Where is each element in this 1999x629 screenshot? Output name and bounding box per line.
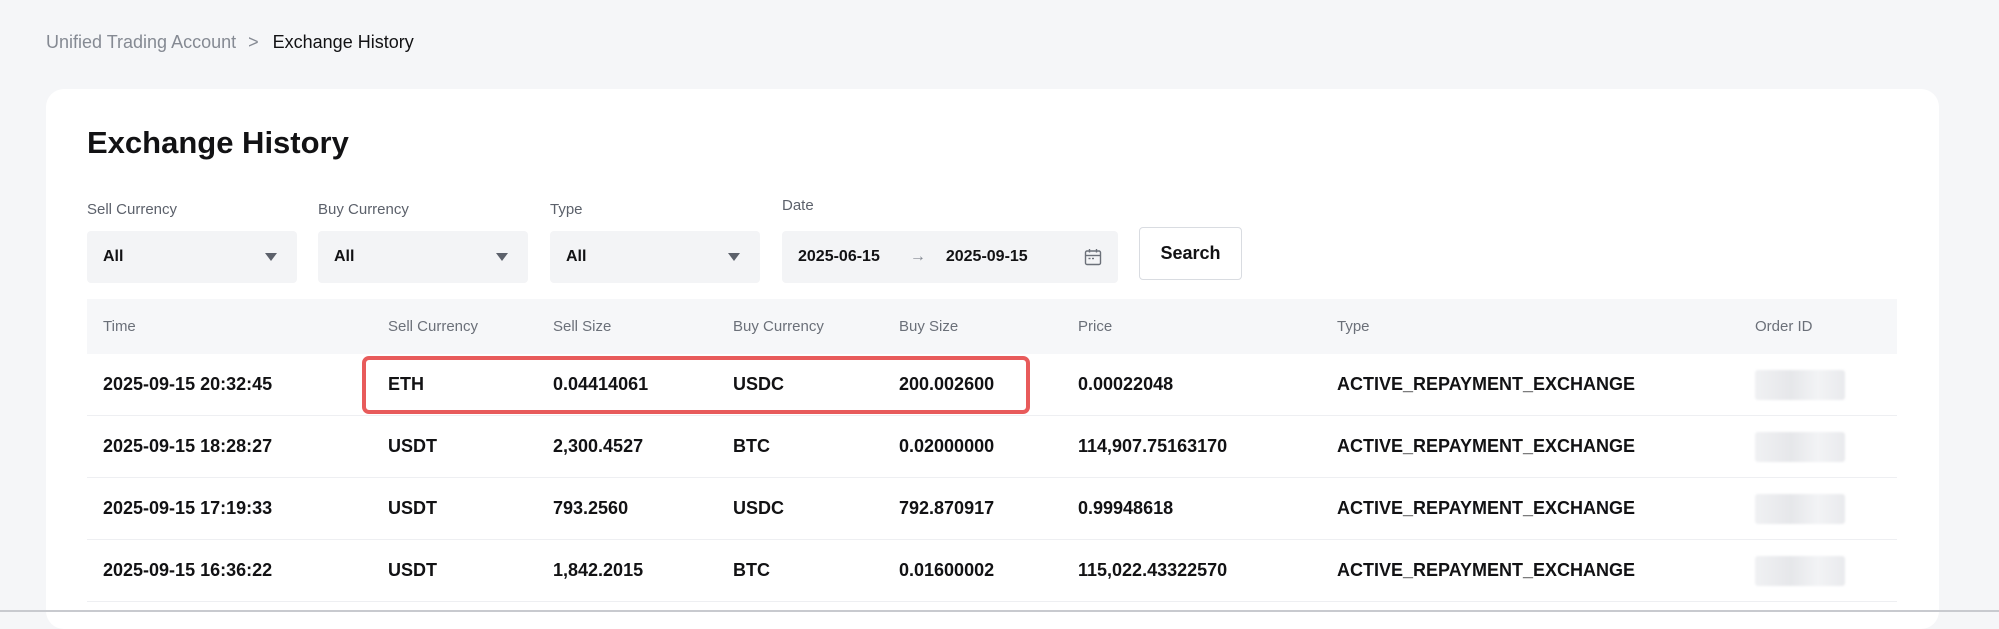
buy-currency-value: All [334,248,355,265]
redacted-order-id [1755,493,1845,524]
cell-type: ACTIVE_REPAYMENT_EXCHANGE [1337,498,1636,518]
cell-sell-currency: USDT [388,436,437,456]
cell-buy-size: 200.002600 [899,374,995,394]
page-title: Exchange History [87,125,349,160]
cell-sell-size: 2,300.4527 [553,436,644,456]
cell-time: 2025-09-15 17:19:33 [103,498,273,518]
date-range-picker[interactable]: 2025-06-15 → 2025-09-15 [782,231,1118,283]
cell-order-id [1755,416,1845,477]
search-button[interactable]: Search [1139,227,1242,280]
calendar-icon[interactable] [1084,248,1102,266]
caret-down-icon [265,253,277,261]
cell-price: 114,907.75163170 [1078,436,1228,456]
table-row: 2025-09-15 20:32:45 ETH 0.04414061 USDC … [87,354,1897,416]
sell-currency-value: All [103,248,124,265]
exchange-history-card: Exchange History Sell Currency All Buy C… [46,89,1939,629]
buy-currency-label: Buy Currency [318,201,409,218]
table-row: 2025-09-15 16:36:22 USDT 1,842.2015 BTC … [87,540,1897,602]
table-header: Time Sell Currency Sell Size Buy Currenc… [87,299,1897,354]
table-row: 2025-09-15 17:19:33 USDT 793.2560 USDC 7… [87,478,1897,540]
cell-order-id [1755,540,1845,601]
cell-sell-size: 793.2560 [553,498,629,518]
breadcrumb-unified-trading-account[interactable]: Unified Trading Account [46,30,236,54]
cell-time: 2025-09-15 16:36:22 [103,560,273,580]
cell-buy-currency: USDC [733,498,785,518]
date-start[interactable]: 2025-06-15 [798,248,880,266]
redacted-order-id [1755,431,1845,462]
cell-buy-currency: BTC [733,436,770,456]
cell-price: 0.99948618 [1078,498,1174,518]
cell-sell-currency: USDT [388,560,437,580]
cell-buy-size: 0.02000000 [899,436,995,456]
cell-buy-currency: BTC [733,560,770,580]
cell-type: ACTIVE_REPAYMENT_EXCHANGE [1337,436,1636,456]
cell-sell-currency: USDT [388,498,437,518]
table-row: 2025-09-15 18:28:27 USDT 2,300.4527 BTC … [87,416,1897,478]
cell-buy-size: 0.01600002 [899,560,995,580]
chevron-right-icon: > [248,32,259,52]
date-filter: Date 2025-06-15 → 2025-09-15 [782,196,1118,283]
type-label: Type [550,201,583,218]
cell-time: 2025-09-15 18:28:27 [103,436,273,456]
type-select[interactable]: All [550,231,760,283]
breadcrumb-current: Exchange History [272,32,414,52]
caret-down-icon [728,253,740,261]
column-header-order-id: Order ID [1755,318,1813,335]
date-label: Date [782,197,814,214]
type-filter: Type All [550,200,760,283]
column-header-price: Price [1078,318,1113,335]
arrow-right-icon: → [909,248,926,265]
caret-down-icon [496,253,508,261]
exchange-history-table: Time Sell Currency Sell Size Buy Currenc… [87,299,1897,602]
column-header-buy-currency: Buy Currency [733,318,824,335]
cell-sell-size: 0.04414061 [553,374,649,394]
cell-type: ACTIVE_REPAYMENT_EXCHANGE [1337,374,1636,394]
cell-time: 2025-09-15 20:32:45 [103,374,273,394]
column-header-time: Time [103,318,136,335]
cell-buy-currency: USDC [733,374,785,394]
cell-order-id [1755,354,1845,415]
cell-price: 0.00022048 [1078,374,1174,394]
column-header-buy-size: Buy Size [899,318,959,335]
cell-sell-size: 1,842.2015 [553,560,644,580]
redacted-order-id [1755,555,1845,586]
cell-price: 115,022.43322570 [1078,560,1228,580]
cell-type: ACTIVE_REPAYMENT_EXCHANGE [1337,560,1636,580]
sell-currency-label: Sell Currency [87,201,178,218]
cell-order-id [1755,478,1845,539]
date-end[interactable]: 2025-09-15 [946,248,1028,266]
column-header-type: Type [1337,318,1370,335]
type-value: All [566,248,587,265]
cell-sell-currency: ETH [388,374,424,394]
column-header-sell-size: Sell Size [553,318,612,335]
buy-currency-select[interactable]: All [318,231,528,283]
column-header-sell-currency: Sell Currency [388,318,479,335]
sell-currency-filter: Sell Currency All [87,200,297,283]
breadcrumb: Unified Trading Account > Exchange Histo… [46,30,414,54]
sell-currency-select[interactable]: All [87,231,297,283]
redacted-order-id [1755,369,1845,400]
cell-buy-size: 792.870917 [899,498,995,518]
buy-currency-filter: Buy Currency All [318,200,528,283]
